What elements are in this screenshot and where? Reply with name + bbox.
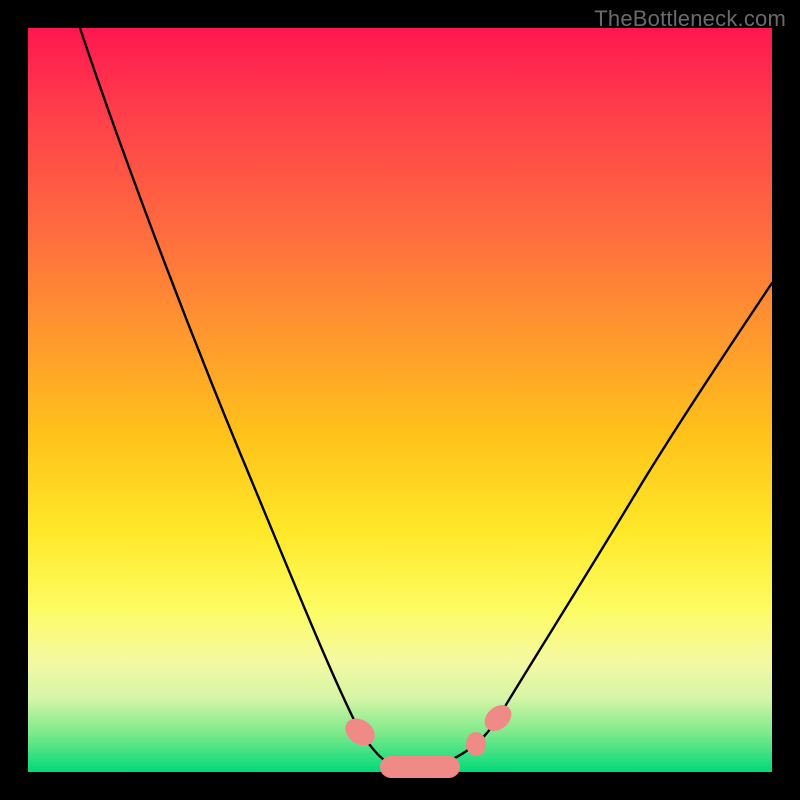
marker-valley-right: [466, 732, 486, 756]
chart-frame: TheBottleneck.com: [0, 0, 800, 800]
plot-area: [28, 28, 772, 772]
marker-valley-left: [340, 713, 380, 751]
valley-markers: [340, 700, 516, 778]
marker-valley-right-2: [479, 700, 516, 736]
bottleneck-curve-svg: [28, 28, 772, 772]
bottleneck-curve: [80, 28, 772, 768]
watermark-text: TheBottleneck.com: [594, 6, 786, 32]
marker-valley-floor: [380, 756, 460, 778]
